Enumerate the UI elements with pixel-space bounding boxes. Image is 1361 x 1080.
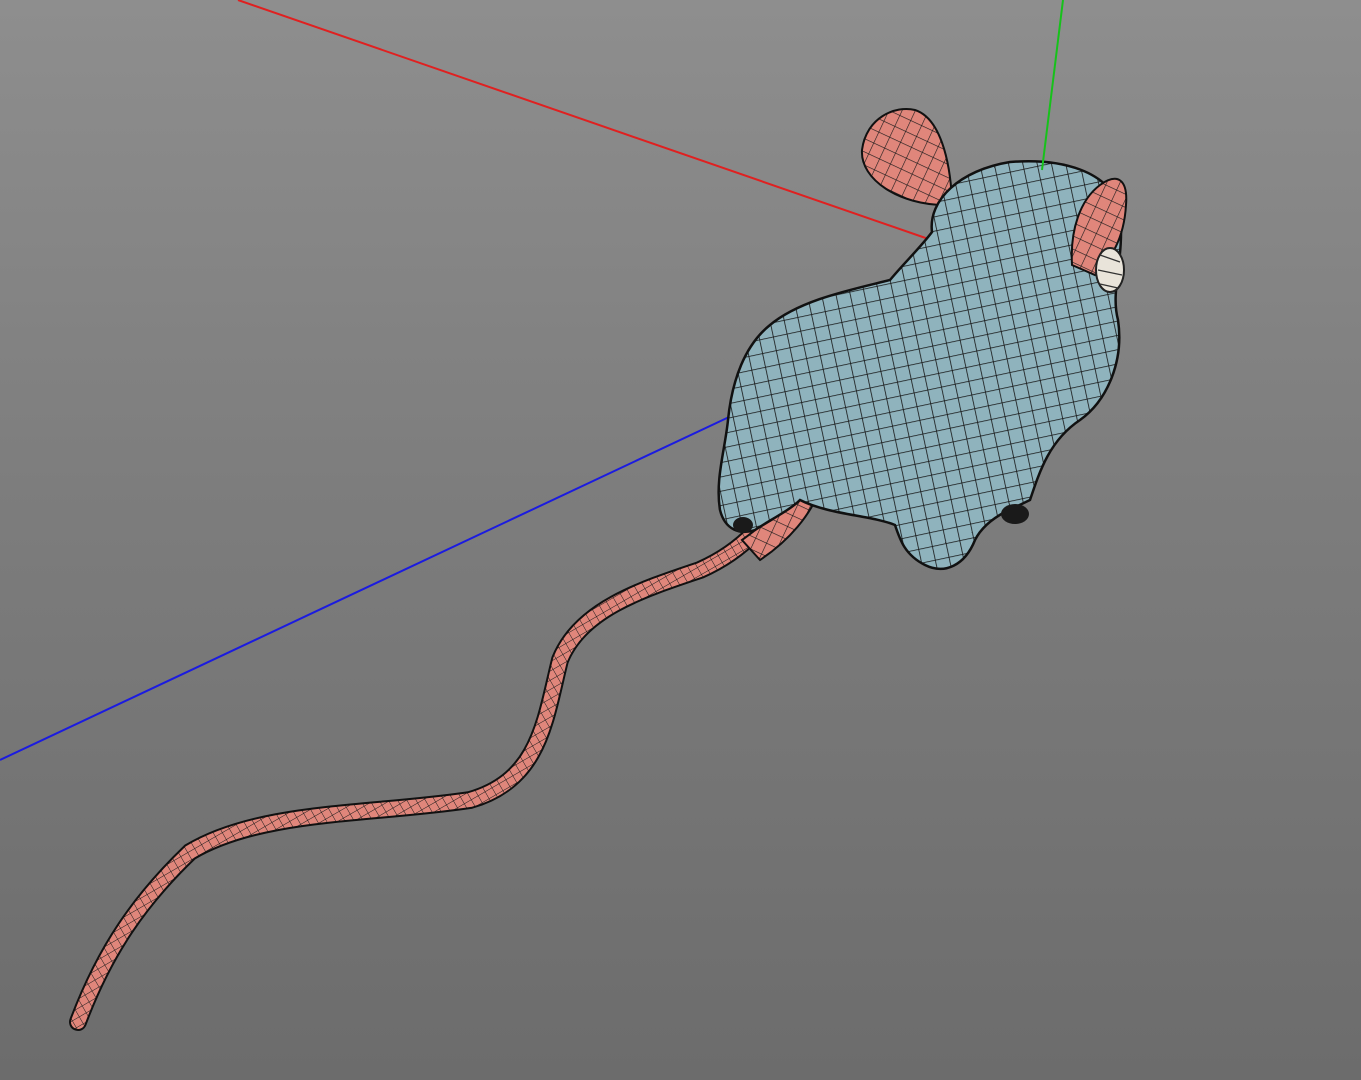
3d-viewport[interactable] <box>0 0 1361 1080</box>
mouse-face <box>1095 247 1125 293</box>
mouse-foot-left <box>733 517 753 533</box>
x-axis-line <box>237 0 941 244</box>
mouse-tail[interactable] <box>69 471 822 1031</box>
mouse-ear-left[interactable] <box>860 108 954 207</box>
viewport-canvas[interactable] <box>0 0 1361 1080</box>
mouse-foot-right <box>1001 504 1029 524</box>
mouse-body[interactable] <box>717 160 1123 571</box>
y-axis-line <box>1041 0 1064 171</box>
